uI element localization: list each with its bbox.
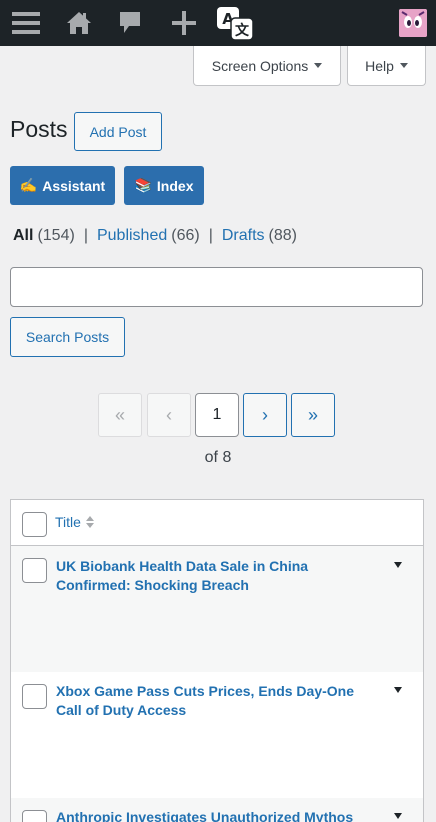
plus-icon[interactable] [163,0,205,46]
home-icon[interactable] [58,0,100,46]
page-title: Posts [10,116,68,142]
table-row: Xbox Game Pass Cuts Prices, Ends Day-One… [11,672,423,798]
next-page-button[interactable]: › [243,393,287,437]
menu-icon[interactable] [6,0,46,46]
books-icon: 📚 [134,177,152,193]
title-column-header[interactable]: Title [55,514,94,530]
post-title-link[interactable]: Anthropic Investigates Unauthorized Myth… [56,808,376,822]
chevron-down-icon [399,63,408,68]
index-button[interactable]: 📚 Index [124,166,204,205]
search-input[interactable] [10,267,423,307]
prev-page-button: ‹ [147,393,191,437]
filter-drafts[interactable]: Drafts [222,227,265,245]
comments-icon[interactable] [110,0,150,46]
filter-drafts-count: (88) [268,227,297,244]
select-all-checkbox[interactable] [22,512,47,537]
filter-separator: | [208,227,213,244]
svg-text:文: 文 [235,22,250,39]
filter-published-count: (66) [171,227,200,244]
last-page-button[interactable]: » [291,393,335,437]
page-total: of 8 [204,449,232,466]
filter-all[interactable]: All [13,227,33,245]
toggle-row-icon[interactable] [394,562,402,568]
index-label: Index [156,177,194,194]
admin-bar: A 文 [0,0,436,46]
current-page-input[interactable]: 1 [195,393,239,437]
post-title-link[interactable]: Xbox Game Pass Cuts Prices, Ends Day-One… [56,682,376,720]
search-posts-button[interactable]: Search Posts [10,317,125,357]
help-button[interactable]: Help [347,46,426,86]
assistant-button[interactable]: ✍️ Assistant [10,166,115,205]
toggle-row-icon[interactable] [394,813,402,819]
row-checkbox[interactable] [22,684,47,709]
table-header: Title [11,500,423,546]
filter-all-count: (154) [37,227,75,244]
screen-options-button[interactable]: Screen Options [193,46,341,86]
first-page-button: « [98,393,142,437]
add-post-button[interactable]: Add Post [74,112,162,151]
avatar[interactable] [396,0,430,46]
chevron-down-icon [314,63,323,68]
row-checkbox[interactable] [22,558,47,583]
filter-separator: | [83,227,88,244]
status-filters: All (154) | Published (66) | Drafts (88) [13,227,297,245]
row-checkbox[interactable] [22,810,47,822]
writing-hand-icon: ✍️ [19,177,38,193]
filter-published[interactable]: Published [97,227,167,245]
table-row: UK Biobank Health Data Sale in China Con… [11,546,423,672]
title-header-label: Title [55,514,81,530]
posts-table: Title UK Biobank Health Data Sale in Chi… [10,499,424,822]
screen-options-label: Screen Options [211,57,309,74]
table-row: Anthropic Investigates Unauthorized Myth… [11,798,423,822]
help-label: Help [365,57,394,74]
post-title-link[interactable]: UK Biobank Health Data Sale in China Con… [56,557,376,595]
sort-icon [85,516,94,528]
avatar-image [399,9,427,37]
toggle-row-icon[interactable] [394,687,402,693]
translate-icon[interactable]: A 文 [212,0,258,46]
assistant-label: Assistant [42,177,106,194]
